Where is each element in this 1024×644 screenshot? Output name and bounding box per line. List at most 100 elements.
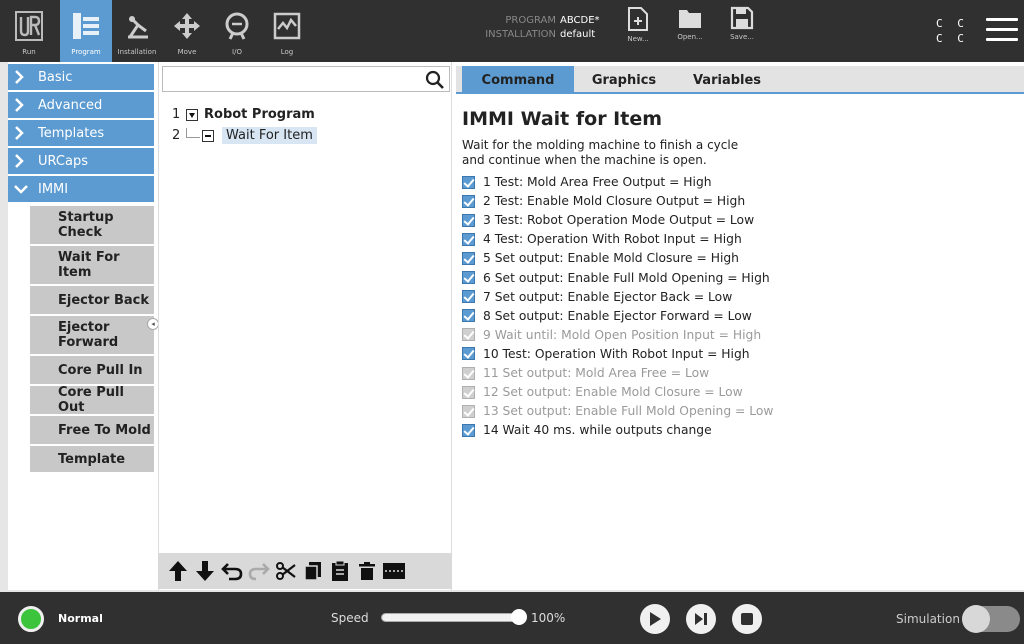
node-minus-icon: [202, 129, 214, 142]
checkbox-icon[interactable]: [462, 290, 475, 304]
checklist-item[interactable]: 9 Wait until: Mold Open Position Input =…: [462, 328, 761, 342]
installation-key: INSTALLATION: [485, 29, 556, 40]
step-icon: [695, 613, 707, 625]
checkbox-icon[interactable]: [462, 404, 475, 418]
simulation-toggle-knob[interactable]: [962, 605, 990, 633]
expand-toggle-icon[interactable]: [186, 108, 198, 121]
checklist-item[interactable]: 6 Set output: Enable Full Mold Opening =…: [462, 271, 770, 285]
checklist-item[interactable]: 11 Set output: Mold Area Free = Low: [462, 366, 709, 380]
nav-run[interactable]: Run: [0, 0, 58, 62]
checkbox-icon[interactable]: [462, 232, 475, 246]
checkbox-icon[interactable]: [462, 423, 475, 437]
program-icon: [68, 8, 104, 44]
program-info: PROGRAM ABCDE* INSTALLATION default: [476, 14, 599, 42]
checkbox-icon[interactable]: [462, 251, 475, 265]
open-button-label: Open...: [677, 33, 703, 41]
checklist-item-label: 3 Test: Robot Operation Mode Output = Lo…: [483, 213, 755, 228]
nav-installation[interactable]: Installation: [114, 0, 160, 62]
tab-variables[interactable]: Variables: [682, 66, 772, 94]
checklist-item-label: 2 Test: Enable Mold Closure Output = Hig…: [483, 194, 746, 209]
category-templates[interactable]: Templates: [8, 120, 154, 146]
checklist-item-label: 14 Wait 40 ms. while outputs change: [483, 423, 712, 438]
tree-node-wait-for-item[interactable]: Wait For Item: [222, 127, 317, 144]
immi-item-free-to-mold[interactable]: Free To Mold: [30, 416, 154, 444]
tab-command[interactable]: Command: [462, 66, 574, 94]
checkbox-icon[interactable]: [462, 309, 475, 323]
checkbox-icon[interactable]: [462, 328, 475, 342]
checklist-item[interactable]: 1 Test: Mold Area Free Output = High: [462, 175, 712, 189]
left-frame: [0, 62, 8, 592]
immi-item-ejector-back[interactable]: Ejector Back: [30, 286, 154, 314]
tree-line-number: 1: [172, 107, 181, 122]
checkbox-icon[interactable]: [462, 271, 475, 284]
status-indicator-icon[interactable]: [18, 606, 44, 632]
tree-line-2[interactable]: 2 Wait For Item: [172, 127, 317, 144]
immi-item-core-pull-out[interactable]: Core Pull Out: [30, 385, 154, 415]
category-basic[interactable]: Basic: [8, 64, 154, 90]
immi-item-wait-for-item[interactable]: Wait For Item: [30, 246, 154, 284]
suppress-icon[interactable]: [382, 559, 406, 583]
checklist-item[interactable]: 14 Wait 40 ms. while outputs change: [462, 423, 712, 437]
nav-move[interactable]: Move: [164, 0, 210, 62]
new-button[interactable]: New...: [618, 6, 658, 58]
speed-slider[interactable]: [381, 613, 521, 622]
checklist-item[interactable]: 10 Test: Operation With Robot Input = Hi…: [462, 347, 750, 361]
nav-program-label: Program: [71, 48, 101, 56]
save-button[interactable]: Save...: [722, 6, 762, 58]
category-urcaps[interactable]: URCaps: [8, 148, 154, 174]
play-button[interactable]: [640, 604, 670, 634]
checklist-item[interactable]: 2 Test: Enable Mold Closure Output = Hig…: [462, 194, 745, 208]
immi-item-template[interactable]: Template: [30, 446, 154, 472]
checklist-item[interactable]: 7 Set output: Enable Ejector Back = Low: [462, 290, 732, 304]
category-templates-label: Templates: [38, 125, 105, 141]
redo-icon[interactable]: [247, 559, 271, 583]
immi-item-startup-check[interactable]: Startup Check: [30, 206, 154, 244]
description-line-2: and continue when the machine is open.: [462, 153, 707, 167]
checkbox-icon[interactable]: [462, 213, 475, 227]
chevron-right-icon: [14, 98, 28, 112]
program-key: PROGRAM: [505, 15, 556, 26]
checkbox-icon[interactable]: [462, 194, 475, 208]
checklist-item[interactable]: 5 Set output: Enable Mold Closure = High: [462, 251, 739, 265]
checklist-item[interactable]: 3 Test: Robot Operation Mode Output = Lo…: [462, 213, 754, 227]
checkbox-icon[interactable]: [462, 175, 475, 189]
speed-slider-knob[interactable]: [511, 609, 527, 625]
immi-item-ejector-forward[interactable]: Ejector Forward: [30, 316, 154, 354]
hamburger-menu-icon[interactable]: [986, 18, 1018, 44]
cut-icon[interactable]: [274, 559, 298, 583]
delete-icon[interactable]: [355, 559, 379, 583]
tree-node-robot-program[interactable]: Robot Program: [204, 107, 315, 122]
checkbox-icon[interactable]: [462, 366, 475, 380]
nav-program[interactable]: Program: [60, 0, 112, 62]
checklist-item-label: 5 Set output: Enable Mold Closure = High: [483, 251, 739, 266]
immi-item-core-pull-in[interactable]: Core Pull In: [30, 356, 154, 384]
search-input[interactable]: [162, 66, 450, 92]
nav-io[interactable]: I/O: [214, 0, 260, 62]
checklist-item-label: 12 Set output: Enable Mold Closure = Low: [483, 385, 743, 400]
checkbox-icon[interactable]: [462, 347, 475, 361]
speed-slider-fill: [382, 614, 520, 621]
io-icon: [219, 8, 255, 44]
open-button[interactable]: Open...: [670, 6, 710, 58]
immi-item-label: Wait For Item: [58, 250, 120, 280]
checkbox-icon[interactable]: [462, 385, 475, 399]
undo-icon[interactable]: [220, 559, 244, 583]
checklist-item[interactable]: 4 Test: Operation With Robot Input = Hig…: [462, 232, 742, 246]
copy-icon[interactable]: [301, 559, 325, 583]
checklist-item[interactable]: 12 Set output: Enable Mold Closure = Low: [462, 385, 743, 399]
tree-line-1[interactable]: 1 Robot Program: [172, 107, 315, 122]
search-icon[interactable]: [425, 70, 445, 90]
tab-graphics[interactable]: Graphics: [582, 66, 666, 94]
stop-button[interactable]: [732, 604, 762, 634]
category-immi[interactable]: IMMI: [8, 176, 154, 202]
category-advanced[interactable]: Advanced: [8, 92, 154, 118]
play-icon: [650, 612, 661, 626]
move-up-icon[interactable]: [166, 559, 190, 583]
checklist-item[interactable]: 8 Set output: Enable Ejector Forward = L…: [462, 309, 752, 323]
checklist-item[interactable]: 13 Set output: Enable Full Mold Opening …: [462, 404, 773, 418]
new-button-label: New...: [627, 35, 649, 43]
paste-icon[interactable]: [328, 559, 352, 583]
move-down-icon[interactable]: [193, 559, 217, 583]
step-button[interactable]: [686, 604, 716, 634]
nav-log[interactable]: Log: [264, 0, 310, 62]
